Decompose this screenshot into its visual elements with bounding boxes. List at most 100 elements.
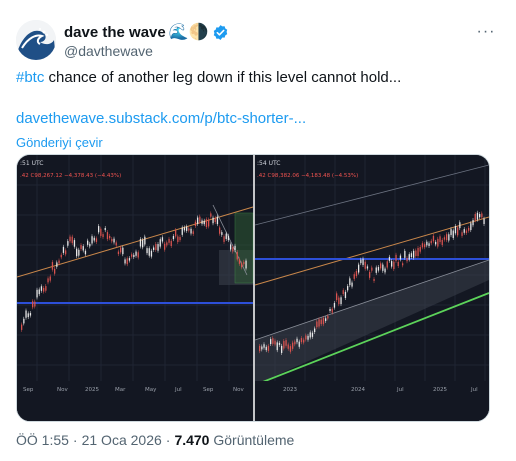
right-candle [276, 342, 278, 351]
left-green-box [234, 212, 254, 284]
right-candle [307, 335, 309, 340]
right-candle [369, 271, 371, 278]
right-candle [470, 223, 472, 231]
right-candle [318, 319, 320, 327]
left-candle [223, 236, 225, 242]
left-candle [47, 278, 49, 283]
left-candle [225, 233, 227, 239]
left-candle [27, 313, 29, 318]
chart-image[interactable]: :51 UTC .42 C98,267.12 −4,378.43 (−4.43%… [16, 154, 490, 422]
left-candle [89, 243, 91, 247]
left-candle [192, 231, 194, 234]
left-x-tick-label: Sep [23, 387, 34, 393]
left-candle [236, 251, 238, 260]
left-candle [21, 324, 23, 330]
left-candle [115, 242, 117, 246]
left-candle [212, 217, 214, 224]
right-candle [292, 342, 294, 349]
translate-post-button[interactable]: Gönderiyi çevir [16, 135, 103, 150]
more-options-icon[interactable]: ··· [476, 22, 496, 42]
right-candle [300, 338, 303, 343]
left-candle [131, 254, 133, 257]
view-count: 7.470 [174, 432, 210, 448]
left-x-tick-label: May [145, 387, 157, 393]
right-candle [479, 214, 481, 218]
right-candle [432, 235, 435, 242]
right-candle [305, 335, 307, 340]
tweet-date[interactable]: 21 Oca 2026 [82, 432, 162, 448]
tweet-time[interactable]: ÖÖ 1:55 [16, 432, 69, 448]
left-candle [133, 254, 135, 258]
left-candle [43, 287, 45, 292]
right-candle [443, 237, 446, 240]
left-candle [216, 216, 219, 225]
left-candle [111, 238, 113, 242]
right-candle [349, 278, 351, 286]
tweet-meta: ÖÖ 1:55 · 21 Oca 2026 · 7.470 Görüntüleme [16, 432, 295, 448]
left-candle [179, 237, 181, 241]
left-candle [186, 226, 188, 231]
right-candle [329, 308, 331, 311]
left-candle [67, 241, 69, 246]
right-time-label: :54 UTC [257, 160, 280, 167]
left-time-label: :51 UTC [20, 160, 43, 167]
left-candle [78, 249, 80, 256]
hashtag-link[interactable]: #btc [16, 69, 44, 86]
right-candle [424, 244, 426, 248]
left-candle [188, 228, 190, 231]
left-candle [124, 259, 126, 264]
right-candle [261, 346, 263, 350]
left-candle [161, 237, 164, 242]
right-candle [342, 290, 344, 294]
right-candle [419, 247, 421, 252]
right-x-tick-label: 2024 [351, 387, 365, 393]
right-candle [270, 339, 272, 345]
right-candle [417, 248, 419, 256]
right-candle [287, 344, 289, 349]
right-candle [397, 261, 399, 266]
left-candle [117, 251, 120, 255]
left-candle [175, 229, 177, 237]
left-candle [93, 237, 95, 241]
right-candle [364, 261, 366, 269]
left-candle [150, 250, 153, 257]
left-candle [183, 227, 186, 231]
left-candle [155, 244, 157, 250]
left-candle [144, 236, 146, 245]
left-candle [34, 301, 36, 307]
left-candle [73, 240, 76, 247]
left-candle [197, 217, 199, 224]
right-candle [272, 338, 274, 344]
display-name[interactable]: dave the wave [64, 24, 166, 41]
left-candle [95, 238, 98, 242]
right-candle [325, 318, 327, 321]
right-candle [386, 261, 388, 268]
avatar[interactable] [16, 20, 56, 60]
view-count-label: Görüntüleme [213, 432, 295, 448]
left-ohlc-readout: .42 C98,267.12 −4,378.43 (−4.43%) [20, 173, 121, 179]
right-candle [384, 268, 386, 273]
left-candle [56, 262, 58, 267]
left-candle [199, 216, 201, 222]
left-x-tick-label: Nov [233, 387, 244, 393]
left-candle [84, 250, 87, 255]
right-candle [309, 332, 311, 338]
right-candle [285, 340, 287, 346]
left-candle [203, 220, 205, 225]
left-candle [219, 227, 221, 234]
left-candle [232, 247, 234, 252]
author-name-row[interactable]: dave the wave 🌊🌗 [64, 22, 229, 42]
left-candle [238, 259, 241, 264]
author-handle[interactable]: @davthewave [64, 43, 153, 59]
right-candle [448, 234, 450, 241]
right-candle [311, 332, 314, 337]
left-candle [104, 227, 106, 231]
right-candle [441, 239, 443, 246]
left-x-tick-label: Mar [115, 387, 126, 393]
right-candle [402, 263, 404, 266]
right-candle [344, 291, 347, 299]
verified-badge-icon [212, 24, 229, 41]
right-candle [421, 243, 424, 248]
tweet[interactable]: dave the wave 🌊🌗 @davthewave ··· #btc ch… [0, 0, 516, 461]
substack-link[interactable]: davethewave.substack.com/p/btc-shorter-.… [16, 110, 306, 127]
